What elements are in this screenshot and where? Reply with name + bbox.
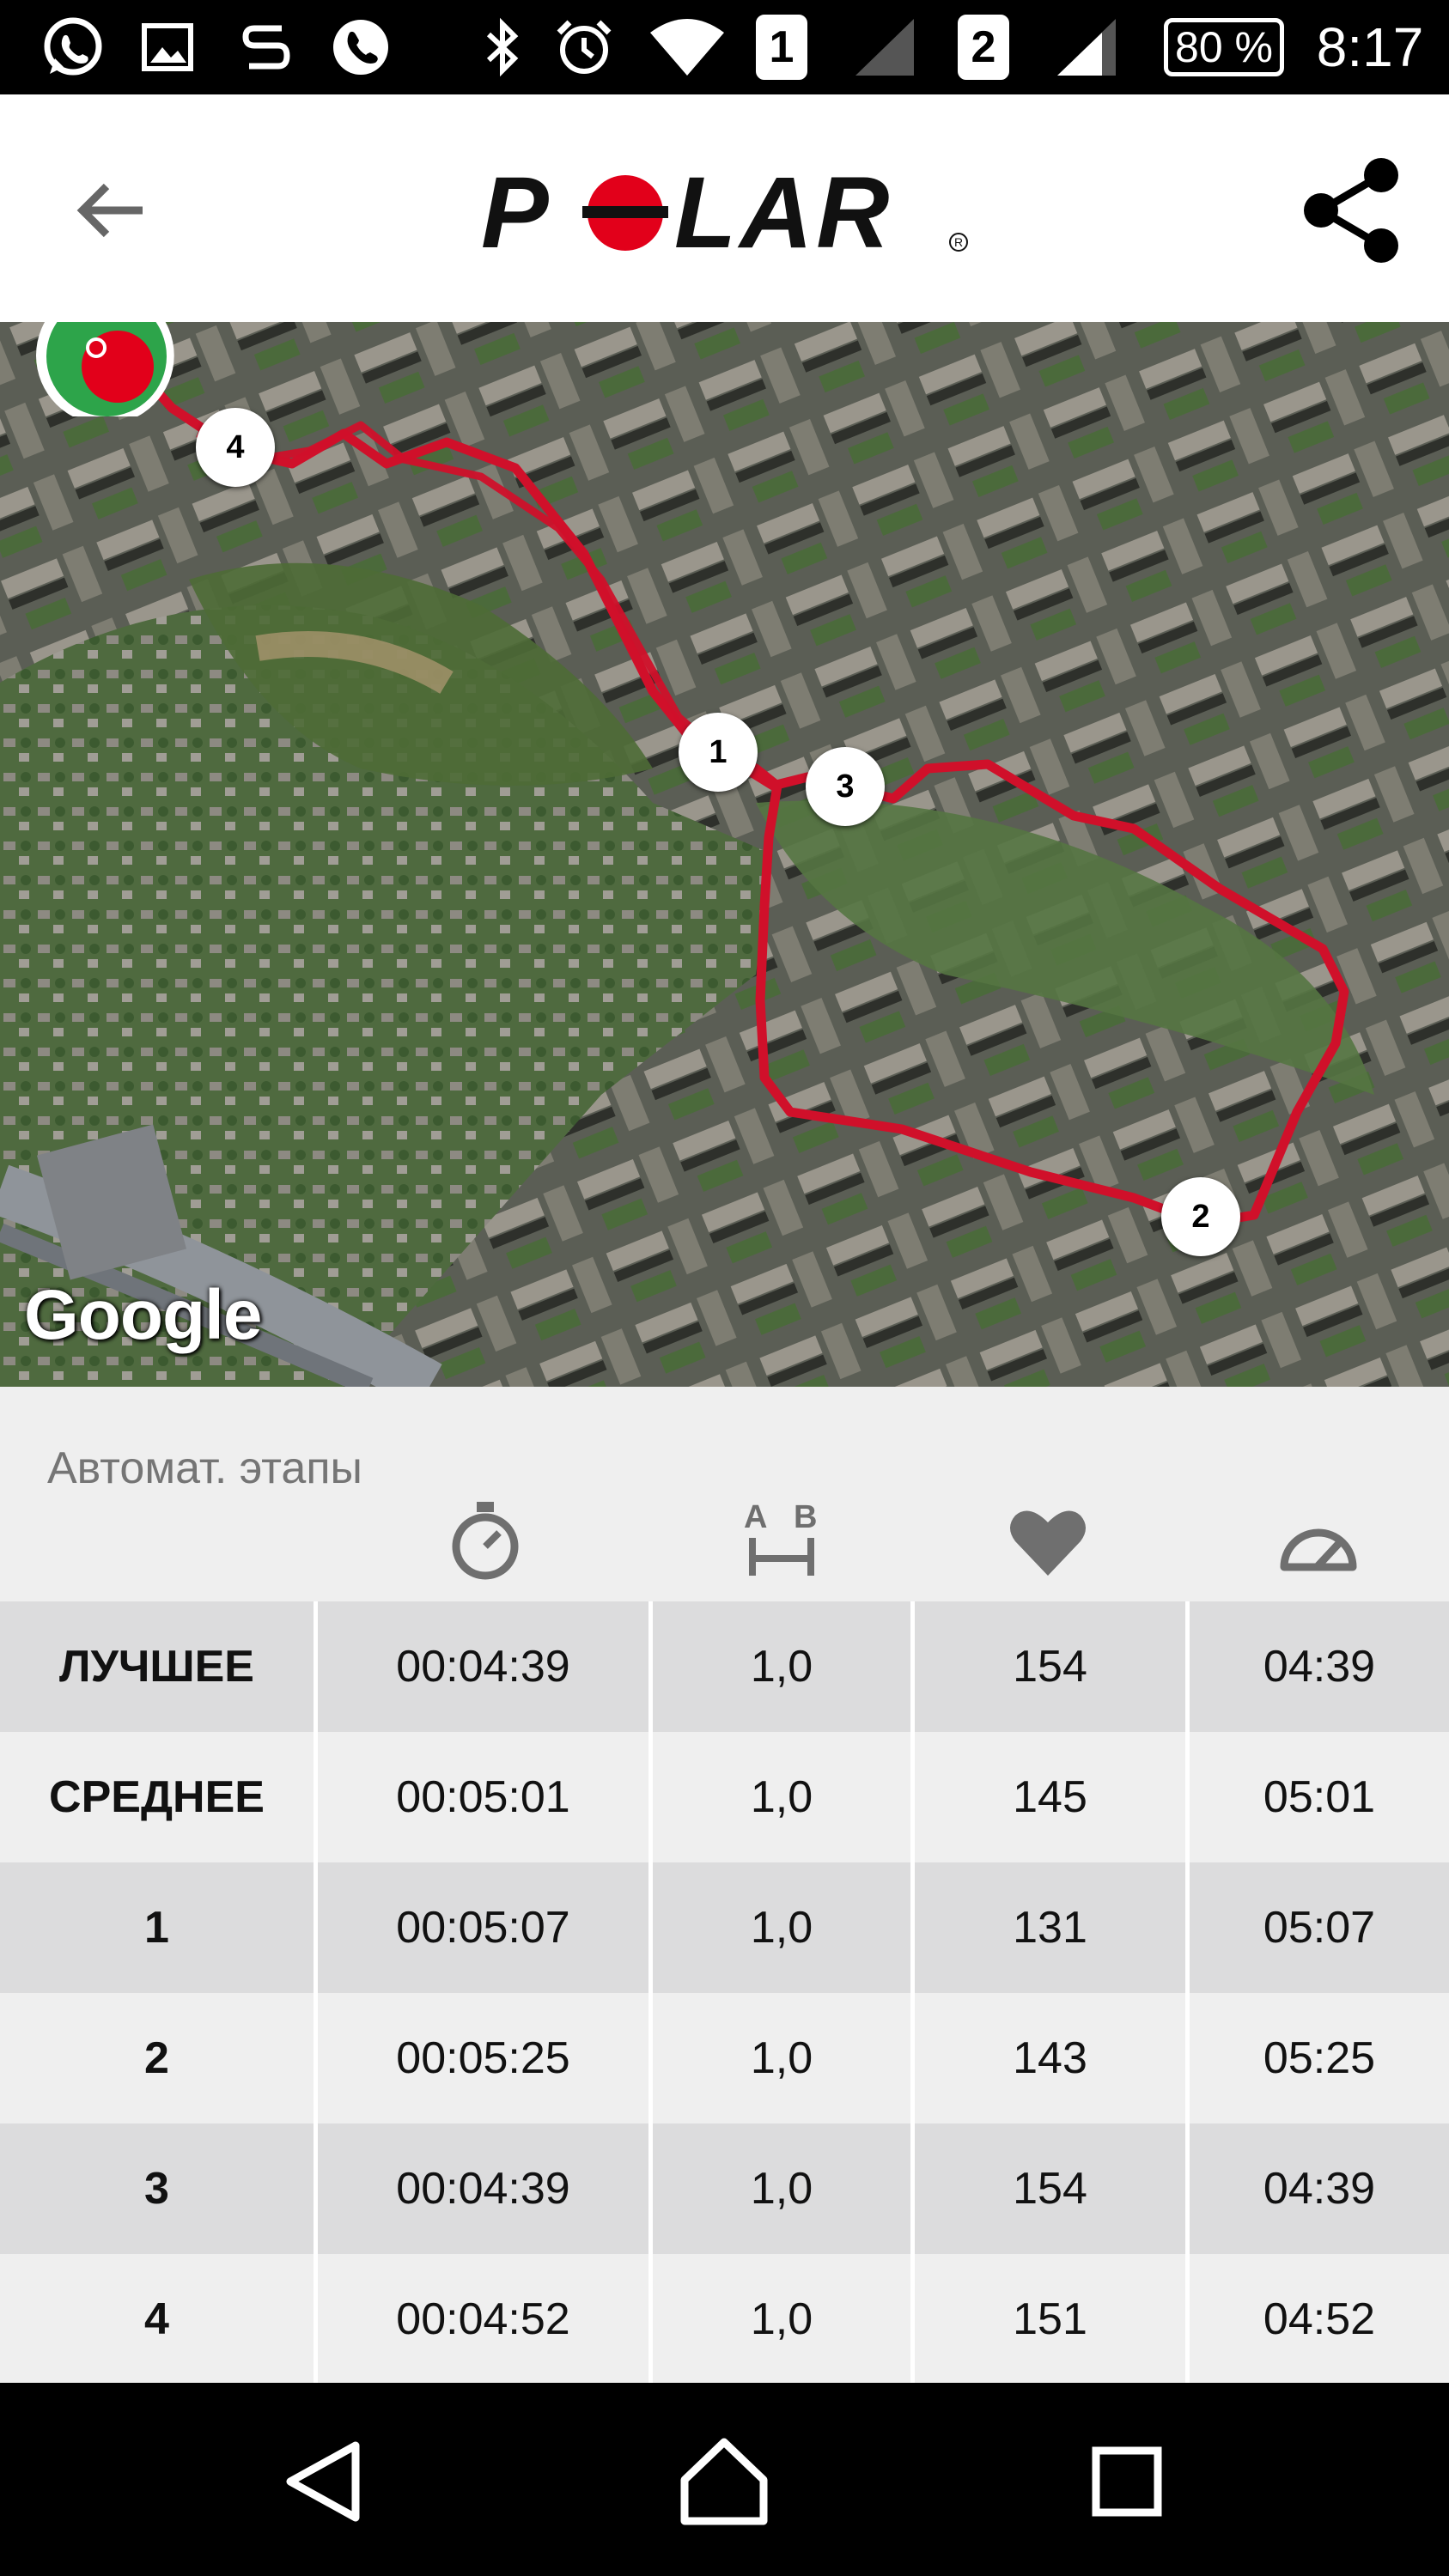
phone-icon bbox=[326, 15, 395, 79]
lap-heart-rate: 154 bbox=[1013, 2164, 1087, 2214]
lap-marker-1[interactable]: 1 bbox=[679, 713, 758, 792]
whatsapp-icon bbox=[34, 15, 112, 79]
row-label: 4 bbox=[144, 2294, 169, 2344]
bluetooth-icon bbox=[472, 15, 533, 79]
stopwatch-icon bbox=[442, 1498, 528, 1584]
laps-section-title: Автомат. этапы bbox=[47, 1443, 362, 1493]
sim2-badge: 2 bbox=[958, 15, 1009, 80]
column-divider bbox=[1185, 1601, 1190, 2383]
lap-pace: 05:01 bbox=[1263, 1772, 1376, 1822]
lap-pace: 04:52 bbox=[1263, 2294, 1376, 2344]
route-path-return bbox=[196, 421, 721, 755]
row-label: ЛУЧШЕЕ bbox=[59, 1642, 254, 1692]
lap-time: 00:05:07 bbox=[396, 1903, 570, 1953]
system-nav-bar bbox=[0, 2383, 1449, 2576]
lap-pace: 04:39 bbox=[1263, 1642, 1376, 1692]
status-bar: 1 2 80 % 8:17 bbox=[0, 0, 1449, 94]
sim1-label: 1 bbox=[756, 15, 807, 80]
google-attribution: Google bbox=[24, 1276, 262, 1354]
signal-sim2-icon bbox=[1052, 15, 1121, 79]
lap-time: 00:05:25 bbox=[396, 2033, 570, 2083]
start-finish-marker bbox=[36, 322, 174, 416]
polar-logo-mark: P LAR R bbox=[481, 156, 968, 270]
sim1-badge: 1 bbox=[756, 15, 807, 80]
share-icon bbox=[1304, 158, 1398, 263]
table-row-best[interactable]: ЛУЧШЕЕ 00:04:39 1,0 154 04:39 bbox=[0, 1601, 1449, 1732]
row-label: СРЕДНЕЕ bbox=[49, 1772, 265, 1822]
lap-pace: 04:39 bbox=[1263, 2164, 1376, 2214]
lap-distance: 1,0 bbox=[750, 1903, 813, 1953]
lap-time: 00:05:01 bbox=[396, 1772, 570, 1822]
lap-time: 00:04:39 bbox=[396, 2164, 570, 2214]
lap-heart-rate: 154 bbox=[1013, 1642, 1087, 1692]
svg-text:P: P bbox=[481, 163, 552, 266]
gallery-icon bbox=[133, 15, 202, 79]
lap-distance: 1,0 bbox=[750, 2033, 813, 2083]
lap-distance: 1,0 bbox=[750, 2164, 813, 2214]
route-map[interactable]: 1 2 3 4 Google bbox=[0, 322, 1449, 1387]
table-row-lap-3[interactable]: 3 00:04:39 1,0 154 04:39 bbox=[0, 2123, 1449, 2254]
clock: 8:17 bbox=[1301, 15, 1439, 79]
lap-distance: 1,0 bbox=[750, 2294, 813, 2344]
svg-text:A: A bbox=[744, 1499, 767, 1535]
lap-heart-rate: 151 bbox=[1013, 2294, 1087, 2344]
lap-heart-rate: 131 bbox=[1013, 1903, 1087, 1953]
table-row-average[interactable]: СРЕДНЕЕ 00:05:01 1,0 145 05:01 bbox=[0, 1732, 1449, 1862]
battery-indicator: 80 % bbox=[1164, 15, 1284, 79]
triangle-back-icon bbox=[286, 2441, 360, 2522]
speedometer-icon bbox=[1275, 1498, 1361, 1584]
home-icon bbox=[680, 2438, 768, 2525]
distance-ab-icon: AB bbox=[739, 1498, 825, 1584]
nav-home-button[interactable] bbox=[673, 2430, 776, 2533]
table-row-lap-4[interactable]: 4 00:04:52 1,0 151 04:52 bbox=[0, 2254, 1449, 2383]
lap-distance: 1,0 bbox=[750, 1642, 813, 1692]
lap-pace: 05:07 bbox=[1263, 1903, 1376, 1953]
svg-text:R: R bbox=[954, 235, 963, 249]
lap-heart-rate: 145 bbox=[1013, 1772, 1087, 1822]
table-row-lap-2[interactable]: 2 00:05:25 1,0 143 05:25 bbox=[0, 1993, 1449, 2123]
lap-time: 00:04:39 bbox=[396, 1642, 570, 1692]
lap-pace: 05:25 bbox=[1263, 2033, 1376, 2083]
svg-text:B: B bbox=[794, 1499, 817, 1535]
row-label: 1 bbox=[144, 1903, 169, 1953]
wifi-icon bbox=[648, 15, 726, 79]
nav-recents-button[interactable] bbox=[1075, 2430, 1178, 2533]
app-bar: P LAR R bbox=[0, 94, 1449, 323]
nav-back-button[interactable] bbox=[273, 2430, 376, 2533]
column-divider bbox=[910, 1601, 915, 2383]
row-label: 2 bbox=[144, 2033, 169, 2083]
svg-text:LAR: LAR bbox=[674, 163, 893, 266]
sim2-label: 2 bbox=[958, 15, 1009, 80]
polar-logo: P LAR R bbox=[481, 156, 979, 270]
back-button[interactable] bbox=[69, 167, 155, 253]
column-divider bbox=[648, 1601, 653, 2383]
battery-label: 80 % bbox=[1164, 18, 1284, 76]
route-path bbox=[132, 364, 1349, 1229]
lap-time: 00:04:52 bbox=[396, 2294, 570, 2344]
column-divider bbox=[314, 1601, 318, 2383]
lap-marker-2[interactable]: 2 bbox=[1161, 1177, 1240, 1256]
share-button[interactable] bbox=[1297, 155, 1409, 266]
signal-sim1-icon bbox=[850, 15, 919, 79]
alarm-icon bbox=[550, 15, 618, 79]
stylized-s-icon bbox=[232, 15, 301, 79]
lap-heart-rate: 143 bbox=[1013, 2033, 1087, 2083]
square-recents-icon bbox=[1092, 2446, 1162, 2517]
heart-icon bbox=[1005, 1498, 1091, 1584]
row-label: 3 bbox=[144, 2164, 169, 2214]
table-row-lap-1[interactable]: 1 00:05:07 1,0 131 05:07 bbox=[0, 1862, 1449, 1993]
lap-marker-4[interactable]: 4 bbox=[196, 408, 275, 487]
arrow-back-icon bbox=[76, 183, 143, 238]
time-label: 8:17 bbox=[1316, 16, 1424, 78]
lap-distance: 1,0 bbox=[750, 1772, 813, 1822]
lap-marker-3[interactable]: 3 bbox=[806, 747, 885, 826]
